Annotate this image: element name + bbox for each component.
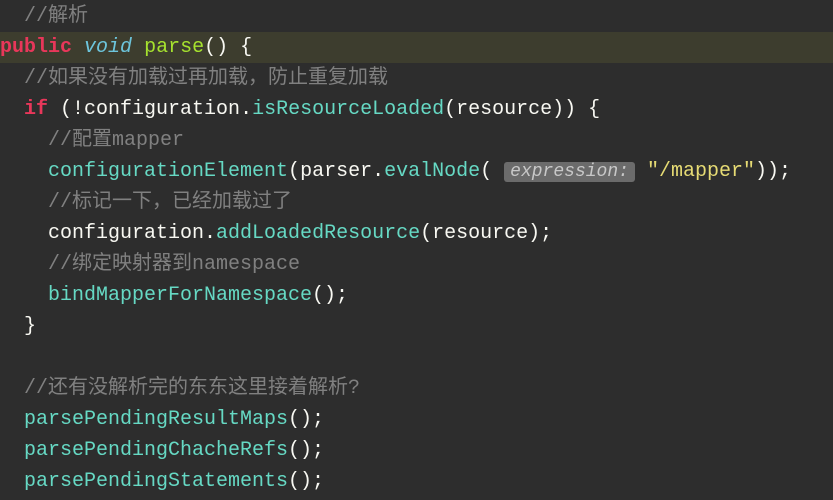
parameter-hint: expression:	[504, 162, 635, 182]
method-name: parsePendingResultMaps	[24, 408, 288, 431]
punc-dot: .	[240, 98, 252, 121]
code-editor[interactable]: //解析 public void parse() { //如果没有加载过再加载，…	[0, 1, 833, 497]
paren-empty: ()	[204, 36, 228, 59]
brace-close: }	[24, 315, 36, 338]
punc-rparen-brace: ) {	[564, 98, 600, 121]
punc-paren-semi: ();	[312, 284, 348, 307]
code-line: //配置mapper	[0, 125, 833, 156]
comment-text: //标记一下，已经加载过了	[48, 191, 292, 214]
code-line: configuration.addLoadedResource(resource…	[0, 218, 833, 249]
keyword-public: public	[0, 36, 72, 59]
code-line: bindMapperForNamespace();	[0, 280, 833, 311]
code-line: //标记一下，已经加载过了	[0, 187, 833, 218]
comment-text: //配置mapper	[48, 129, 184, 152]
space-text	[132, 36, 144, 59]
punc-paren-semi: ();	[288, 439, 324, 462]
code-line: //绑定映射器到namespace	[0, 249, 833, 280]
brace-open: {	[228, 36, 252, 59]
string-literal: "/mapper"	[647, 160, 755, 183]
method-name: parse	[144, 36, 204, 59]
punc-lparen: (	[288, 160, 300, 183]
identifier: resource	[432, 222, 528, 245]
space-text	[492, 160, 504, 183]
identifier: configuration	[48, 222, 204, 245]
method-name: parsePendingChacheRefs	[24, 439, 288, 462]
code-line: //解析	[0, 1, 833, 32]
punc-lparen: (	[480, 160, 492, 183]
method-name: isResourceLoaded	[252, 98, 444, 121]
method-name: parsePendingStatements	[24, 470, 288, 493]
code-line: //如果没有加载过再加载，防止重复加载	[0, 63, 833, 94]
identifier: configuration	[84, 98, 240, 121]
method-name: bindMapperForNamespace	[48, 284, 312, 307]
punc-lparen: (	[420, 222, 432, 245]
method-name: configurationElement	[48, 160, 288, 183]
code-line: if (!configuration.isResourceLoaded(reso…	[0, 94, 833, 125]
space-text	[635, 160, 647, 183]
identifier: resource	[456, 98, 552, 121]
code-line: //还有没解析完的东东这里接着解析?	[0, 373, 833, 404]
keyword-if: if	[24, 98, 48, 121]
punc-double-rparen-semi: ));	[755, 160, 791, 183]
comment-text: //绑定映射器到namespace	[48, 253, 300, 276]
punc-paren-semi: ();	[288, 470, 324, 493]
code-line-empty	[0, 342, 833, 373]
punc-dot: .	[204, 222, 216, 245]
punc-paren-semi: ();	[288, 408, 324, 431]
code-line: parsePendingStatements();	[0, 466, 833, 497]
punc-rparen: )	[552, 98, 564, 121]
keyword-void: void	[84, 36, 132, 59]
punc-rparen-semi: );	[528, 222, 552, 245]
comment-text: //如果没有加载过再加载，防止重复加载	[24, 67, 388, 90]
code-line: parsePendingChacheRefs();	[0, 435, 833, 466]
code-line-highlighted: public void parse() {	[0, 32, 833, 63]
code-line: parsePendingResultMaps();	[0, 404, 833, 435]
punc-dot: .	[372, 160, 384, 183]
punc-paren-bang: (!	[48, 98, 84, 121]
method-name: evalNode	[384, 160, 480, 183]
punc-lparen: (	[444, 98, 456, 121]
code-line: configurationElement(parser.evalNode( ex…	[0, 156, 833, 187]
code-line: }	[0, 311, 833, 342]
identifier: parser	[300, 160, 372, 183]
comment-text: //还有没解析完的东东这里接着解析?	[24, 377, 360, 400]
method-name: addLoadedResource	[216, 222, 420, 245]
space-text	[72, 36, 84, 59]
comment-text: //解析	[24, 5, 88, 28]
